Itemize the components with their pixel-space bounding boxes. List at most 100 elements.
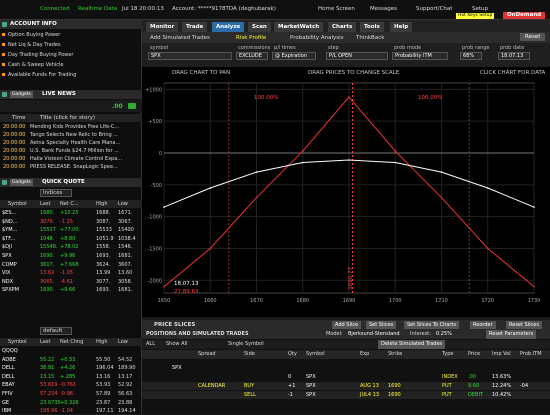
gadgets-button[interactable]: Gadgets [10, 91, 33, 98]
single-symbol-checkbox[interactable]: Single Symbol [228, 340, 264, 349]
quote-cell: +7.668 [60, 261, 79, 268]
tab-charts[interactable]: Charts [328, 22, 357, 32]
quote-cell: -4.61 [60, 278, 73, 285]
quote-row[interactable]: DELL 38.81 +4.26 196.04 189.90 [0, 364, 142, 372]
model-label: Model: [326, 331, 343, 337]
pl-times-select[interactable]: @ Expiration [272, 52, 316, 60]
news-item[interactable]: 20:00:00 PRESS RELEASE: SnapLogic Spee... [0, 163, 142, 171]
quote-row[interactable]: COMP 3617. +7.668 3624. 3607. [0, 261, 142, 269]
tab-scan[interactable]: Scan [248, 22, 271, 32]
position-group[interactable]: SPX [142, 364, 550, 372]
y-tick-label: -500 [151, 183, 162, 189]
data-point [440, 171, 443, 173]
model-select[interactable]: Bjerksund-Stensland [348, 330, 400, 339]
quote-row[interactable]: $DJI 15548. +78.02 1558. 1546. [0, 243, 142, 251]
step-select[interactable]: P/L OPEN [326, 52, 388, 60]
reset-parameters-button[interactable]: Reset Parameters [486, 330, 537, 339]
tab-help[interactable]: Help [390, 22, 413, 32]
messages-button[interactable]: Messages [370, 6, 397, 12]
pl-plot[interactable]: 1650 1660 1670 1680 1690 1700 1710 1720 1730 +100… [142, 67, 550, 317]
reorder-button[interactable]: Reorder [470, 321, 496, 329]
position-cell: .00 [468, 374, 476, 380]
on-demand-button[interactable]: OnDemand [503, 12, 546, 19]
interest-input[interactable]: 0.25% [436, 330, 452, 339]
tab-analyze[interactable]: Analyze [212, 22, 245, 32]
subtab-thinkback[interactable]: ThinkBack [356, 35, 384, 41]
account-selector[interactable]: Account: *****9178TDA (deghubarak) [172, 6, 276, 12]
position-cell: JUL4 13 [360, 392, 380, 398]
quote-row[interactable]: FFIV 57.234 -0.96 57.89 56.63 [0, 390, 142, 398]
price-slices-bar: PRICE SLICES Add Slice Set Slices Set Sl… [142, 320, 550, 330]
position-row[interactable]: CALENDAR BUY +1 SPX AUG 13 1690 PUT 9.60 12.24% -… [142, 382, 550, 390]
quote-row[interactable]: DELL 13.15 +.285 13.16 13.17 [0, 373, 142, 381]
account-info-header[interactable]: ACCOUNT INFO [0, 20, 142, 29]
watchlist-selector[interactable]: Indices [40, 189, 72, 197]
delete-simulated-button[interactable]: Delete Simulated Trades [378, 340, 446, 349]
quote-row[interactable]: $ND... 3079. -1.25 3087. 3067. [0, 218, 142, 226]
account-row[interactable]: Option Buying Power [2, 31, 60, 40]
quote-cell: 3624. [96, 261, 111, 268]
prob-mode-select[interactable]: Probability ITM [392, 52, 448, 60]
news-item[interactable]: 20:00:00 Mending Kids Provides Free Life-… [0, 123, 142, 131]
reset-slices-button[interactable]: Reset Slices [506, 321, 542, 329]
subtab-probability[interactable]: Probability Analysis [290, 35, 343, 41]
quote-row[interactable]: ADBE 55.22 +0.33 55.50 54.52 [0, 356, 142, 364]
setup-button[interactable]: Setup [472, 6, 488, 12]
quote-row[interactable]: QQQQ [0, 347, 142, 355]
quote-row[interactable]: VIX 13.62 -1.05 13.99 13.60 [0, 269, 142, 277]
subtab-risk-profile[interactable]: Risk Profile [236, 35, 266, 41]
subtab-add-simulated[interactable]: Add Simulated Trades [150, 35, 210, 41]
position-row[interactable]: SELL -1 SPX JUL4 13 1690 PUT DEBIT 10.42% [142, 391, 550, 399]
home-screen-button[interactable]: Home Screen [318, 6, 355, 12]
all-checkbox[interactable]: ALL [146, 340, 155, 349]
quote-row[interactable]: SPXPM 1690. +9.66 1693. 1681. [0, 286, 142, 294]
support-button[interactable]: Support/Chat [416, 6, 452, 12]
account-row[interactable]: Day Trading Buying Power [2, 51, 73, 60]
quote-row[interactable]: $YM... 15517 +77.00 15533 15400 [0, 226, 142, 234]
account-row[interactable]: Net Liq & Day Trades [2, 41, 61, 50]
data-point [209, 187, 212, 189]
risk-profile-chart[interactable]: DRAG CHART TO PAN DRAG PRICES TO CHANGE … [142, 67, 550, 317]
account-row[interactable]: Cash & Sweep Vehicle [2, 61, 63, 70]
quote-cell: 23.88 [118, 399, 133, 406]
watchlist-selector[interactable]: default [40, 327, 72, 335]
quote-row[interactable]: SPX 1690. +9.96 1693. 1681. [0, 252, 142, 260]
news-item[interactable]: 20:00:00 U.S. Bank Funds $24.7 Million fo… [0, 147, 142, 155]
show-select[interactable]: Show All [166, 340, 187, 349]
tab-marketwatch[interactable]: MarketWatch [274, 22, 324, 32]
news-refresh-icon[interactable] [128, 103, 136, 109]
quote-cell: NDX [2, 278, 14, 285]
quote-row[interactable]: GE 23.6735 +0.326 23.87 23.88 [0, 399, 142, 407]
quote-row[interactable]: $TF... 1048. +8.80 1051.9 1038.4 [0, 235, 142, 243]
prob-range-input[interactable]: 68% [460, 52, 482, 60]
quote-cell: 1680. [40, 210, 55, 216]
news-item[interactable]: 20:00:00 Tango Selects New Relic to Bring… [0, 131, 142, 139]
quote-row[interactable]: $ES... 1680. +10.25 1688. 1671. [0, 209, 142, 217]
quote-cell: 1690. [40, 287, 55, 294]
gadgets-button[interactable]: Gadgets [10, 179, 33, 186]
tab-tools[interactable]: Tools [360, 22, 384, 32]
set-slices-button[interactable]: Set Slices [366, 321, 397, 329]
add-slice-button[interactable]: Add Slice [332, 321, 362, 329]
set-slices-charts-button[interactable]: Set Slices To Charts [404, 321, 459, 329]
position-row[interactable]: 0 SPX INDEX .00 13.63% [142, 373, 550, 381]
quote-cell: 3067. [118, 218, 133, 225]
quote-cell: 1690. [40, 253, 55, 259]
tab-monitor[interactable]: Monitor [146, 22, 179, 32]
reset-button[interactable]: Reset [520, 33, 546, 41]
tab-trade[interactable]: Trade [182, 22, 208, 32]
right-prob-label: 100.00% [418, 95, 443, 101]
hot-keys-button[interactable]: Hot Keys Setup [456, 13, 495, 19]
symbol-input[interactable]: SPX [148, 52, 232, 60]
news-item[interactable]: 20:00:00 Halla Visteon Climate Control Ex… [0, 155, 142, 163]
quote-row[interactable]: EBAY 53.619 -0.761 53.93 52.92 [0, 381, 142, 389]
quote-cell: +10.25 [60, 210, 79, 216]
prob-date-input[interactable]: 18.07.13 [498, 52, 530, 60]
news-item[interactable]: 20:00:00 Aetna Specialty Health Care Mana… [0, 139, 142, 147]
commissions-select[interactable]: EXCLUDE [236, 52, 268, 60]
quote-cell: 189.90 [118, 365, 136, 372]
left-prob-label: 100.00% [254, 95, 279, 101]
account-row[interactable]: Available Funds For Trading [2, 71, 76, 80]
quote-row[interactable]: NDX 3065. -4.61 3077. 3058. [0, 278, 142, 286]
position-cell: 9.60 [468, 383, 480, 389]
